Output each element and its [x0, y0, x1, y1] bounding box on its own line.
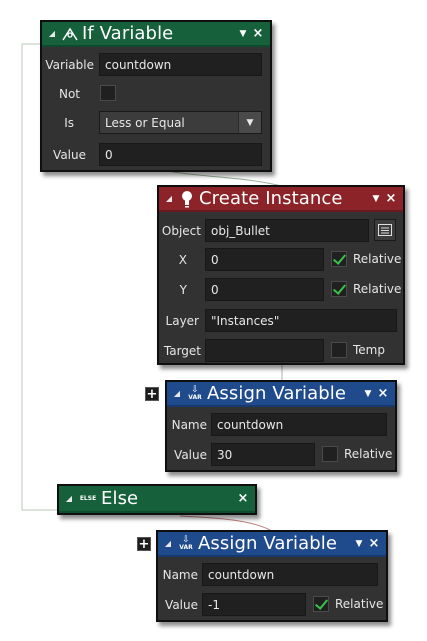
- chevron-down-icon[interactable]: ▼: [238, 112, 261, 133]
- expand-plus-button[interactable]: +: [145, 387, 159, 401]
- value-label: Value: [53, 148, 86, 162]
- y-relative-label: Relative: [353, 282, 402, 296]
- assign-variable-title-1: Assign Variable: [207, 383, 347, 404]
- collapse-triangle-icon[interactable]: ◢: [171, 389, 183, 398]
- x-relative-checkbox[interactable]: [331, 251, 347, 267]
- menu-dropdown-icon[interactable]: ▼: [236, 29, 250, 39]
- down-arrow-icon: ⇩: [182, 534, 190, 545]
- x-relative-label: Relative: [353, 252, 402, 266]
- variable-label: Variable: [45, 58, 94, 72]
- create-instance-header[interactable]: ◢ Create Instance ▼ ×: [159, 187, 403, 212]
- y-relative-checkbox[interactable]: [331, 281, 347, 297]
- variable-field[interactable]: countdown: [99, 53, 262, 76]
- close-icon[interactable]: ×: [383, 191, 399, 206]
- relative-checkbox[interactable]: [322, 446, 338, 462]
- expand-plus-button[interactable]: +: [137, 537, 151, 551]
- temp-checkbox[interactable]: [331, 342, 347, 358]
- else-icon: ELSE: [79, 495, 97, 502]
- close-icon[interactable]: ×: [375, 386, 391, 401]
- assign-variable-block-2[interactable]: ◢ ⇩ VAR Assign Variable ▼ × Name countdo…: [156, 530, 388, 622]
- relative-label: Relative: [335, 597, 384, 611]
- relative-label: Relative: [344, 447, 393, 461]
- collapse-triangle-icon[interactable]: ◢: [63, 494, 75, 503]
- value-label: Value: [174, 448, 207, 462]
- temp-label: Temp: [353, 343, 385, 357]
- y-label: Y: [179, 283, 187, 297]
- else-title: Else: [101, 488, 139, 509]
- value-field[interactable]: 30: [211, 443, 315, 466]
- menu-dropdown-icon[interactable]: ▼: [361, 389, 375, 399]
- else-header[interactable]: ◢ ELSE Else ×: [59, 486, 255, 513]
- name-label: Name: [171, 418, 207, 432]
- object-label: Object: [161, 224, 201, 238]
- if-variable-header[interactable]: ◢ If Variable ▼ ×: [42, 22, 270, 47]
- assign-variable-header-1[interactable]: ◢ ⇩ VAR Assign Variable ▼ ×: [167, 382, 395, 407]
- close-icon[interactable]: ×: [366, 536, 382, 551]
- name-field[interactable]: countdown: [202, 563, 378, 586]
- if-variable-title: If Variable: [82, 23, 174, 44]
- target-label: Target: [163, 344, 201, 358]
- is-label: Is: [64, 116, 74, 130]
- object-browse-button[interactable]: [374, 219, 396, 241]
- create-instance-block[interactable]: ◢ Create Instance ▼ × Object obj_Bullet …: [157, 185, 405, 365]
- if-variable-icon: [61, 25, 79, 43]
- close-icon[interactable]: ×: [235, 491, 251, 506]
- x-label: X: [178, 253, 187, 267]
- collapse-triangle-icon[interactable]: ◢: [162, 539, 174, 548]
- value-field[interactable]: -1: [202, 593, 306, 616]
- close-icon[interactable]: ×: [250, 26, 266, 41]
- name-field[interactable]: countdown: [211, 413, 387, 436]
- is-dropdown-value: Less or Equal: [105, 115, 185, 130]
- collapse-triangle-icon[interactable]: ◢: [163, 194, 175, 203]
- not-label: Not: [58, 87, 80, 101]
- var-icon: ⇩ VAR: [177, 535, 195, 553]
- value-field[interactable]: 0: [99, 143, 262, 166]
- not-checkbox[interactable]: [100, 85, 116, 101]
- target-field[interactable]: [205, 339, 324, 362]
- var-icon-text: VAR: [179, 543, 193, 551]
- layer-field[interactable]: "Instances": [205, 309, 397, 332]
- list-icon: [378, 224, 392, 236]
- if-variable-block[interactable]: ◢ If Variable ▼ × Variable countdown Not…: [40, 20, 272, 172]
- object-field[interactable]: obj_Bullet: [205, 219, 369, 242]
- x-field[interactable]: 0: [205, 248, 324, 271]
- lightbulb-icon: [178, 190, 196, 208]
- name-label: Name: [162, 568, 198, 582]
- assign-variable-block-1[interactable]: ◢ ⇩ VAR Assign Variable ▼ × Name countdo…: [165, 380, 397, 472]
- is-dropdown[interactable]: Less or Equal ▼: [99, 111, 262, 134]
- assign-variable-title-2: Assign Variable: [198, 533, 338, 554]
- create-instance-title: Create Instance: [199, 188, 343, 209]
- value-label: Value: [165, 598, 198, 612]
- relative-checkbox[interactable]: [313, 596, 329, 612]
- layer-label: Layer: [165, 314, 199, 328]
- assign-variable-header-2[interactable]: ◢ ⇩ VAR Assign Variable ▼ ×: [158, 532, 386, 557]
- menu-dropdown-icon[interactable]: ▼: [369, 194, 383, 204]
- down-arrow-icon: ⇩: [191, 384, 199, 395]
- var-icon: ⇩ VAR: [186, 385, 204, 403]
- else-block[interactable]: ◢ ELSE Else ×: [57, 484, 257, 515]
- menu-dropdown-icon[interactable]: ▼: [352, 539, 366, 549]
- var-icon-text: VAR: [188, 393, 202, 401]
- y-field[interactable]: 0: [205, 278, 324, 301]
- collapse-triangle-icon[interactable]: ◢: [46, 29, 58, 38]
